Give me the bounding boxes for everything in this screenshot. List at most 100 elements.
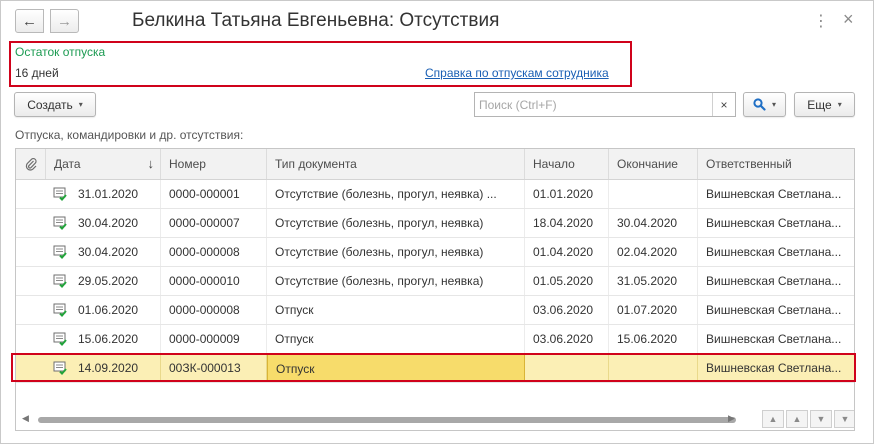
posted-document-icon (53, 245, 67, 259)
cell-end: 30.04.2020 (609, 209, 698, 237)
cell-responsible: Вишневская Светлана... (706, 187, 842, 201)
scroll-down-icon[interactable]: ▼ (810, 410, 832, 428)
search-field[interactable]: × (474, 92, 736, 117)
scroll-left-icon[interactable]: ◀ (22, 413, 29, 424)
posted-document-icon (53, 274, 67, 288)
column-responsible[interactable]: Ответственный (698, 149, 854, 179)
column-start[interactable]: Начало (525, 149, 609, 179)
arrow-left-icon: ← (22, 12, 37, 30)
page-title: Белкина Татьяна Евгеньевна: Отсутствия (132, 10, 500, 31)
cell-date: 30.04.2020 (70, 209, 161, 237)
cell-end: 15.06.2020 (609, 325, 698, 353)
cell-date: 01.06.2020 (70, 296, 161, 324)
horizontal-scrollbar[interactable]: ◀ ▶ (16, 411, 854, 429)
cell-end: 01.07.2020 (609, 296, 698, 324)
cell-start: 03.06.2020 (525, 296, 609, 324)
cell-end (609, 354, 698, 382)
list-caption: Отпуска, командировки и др. отсутствия: (15, 128, 244, 142)
more-button[interactable]: Еще ▾ (794, 92, 855, 117)
close-icon[interactable]: × (843, 9, 854, 30)
table-row[interactable]: 30.04.2020 0000-000007 Отсутствие (болезнь… (16, 209, 854, 238)
more-button-label: Еще (807, 97, 832, 112)
table-row[interactable]: 29.05.2020 0000-000010 Отсутствие (болезнь… (16, 267, 854, 296)
posted-document-icon (53, 303, 67, 317)
cell-number: 0000-000010 (161, 267, 267, 295)
scroll-right-icon[interactable]: ▶ (728, 413, 735, 424)
cell-responsible: Вишневская Светлана... (706, 361, 842, 375)
cell-start: 01.05.2020 (525, 267, 609, 295)
vacation-report-link[interactable]: Справка по отпускам сотрудника (425, 66, 609, 80)
table-row[interactable]: 30.04.2020 0000-000008 Отсутствие (болезнь… (16, 238, 854, 267)
cell-responsible: Вишневская Светлана... (706, 274, 842, 288)
cell-start: 03.06.2020 (525, 325, 609, 353)
column-number[interactable]: Номер (161, 149, 267, 179)
cell-doc-type: Отсутствие (болезнь, прогул, неявка) (267, 267, 525, 295)
cell-responsible: Вишневская Светлана... (706, 332, 842, 346)
paperclip-icon (25, 158, 37, 171)
cell-responsible: Вишневская Светлана... (706, 303, 842, 317)
cell-end: 02.04.2020 (609, 238, 698, 266)
sort-descending-icon[interactable]: ↓ (148, 149, 155, 179)
create-button[interactable]: Создать ▾ (14, 92, 96, 117)
forward-button[interactable]: → (50, 9, 79, 33)
vacation-balance-value: 16 дней (15, 66, 59, 80)
table-row[interactable]: 31.01.2020 0000-000001 Отсутствие (болезнь… (16, 180, 854, 209)
cell-start: 01.04.2020 (525, 238, 609, 266)
column-end[interactable]: Окончание (609, 149, 698, 179)
cell-start: 01.01.2020 (525, 180, 609, 208)
chevron-down-icon: ▾ (837, 100, 842, 109)
search-button[interactable]: ▾ (743, 92, 786, 117)
cell-doc-type: Отпуск (267, 325, 525, 353)
scrollbar-thumb[interactable] (38, 417, 736, 423)
scroll-first-icon[interactable]: ▲︎ (762, 410, 784, 428)
posted-document-icon (53, 187, 67, 201)
table-row[interactable]: 01.06.2020 0000-000008 Отпуск 03.06.2020 01.… (16, 296, 854, 325)
cell-doc-type: Отпуск (267, 296, 525, 324)
column-attachment[interactable] (16, 149, 46, 179)
cell-number: 0000-000008 (161, 238, 267, 266)
cell-date: 30.04.2020 (70, 238, 161, 266)
search-icon (753, 98, 766, 111)
cell-end: 31.05.2020 (609, 267, 698, 295)
cell-responsible: Вишневская Светлана... (706, 216, 842, 230)
cell-start: 18.04.2020 (525, 209, 609, 237)
cell-doc-type: Отсутствие (болезнь, прогул, неявка) (267, 238, 525, 266)
table-row[interactable]: 14.09.2020 00ЗК-000013 Отпуск Вишневская Св… (16, 354, 854, 383)
scroll-last-icon[interactable]: ▼︎ (834, 410, 854, 428)
table-row[interactable]: 15.06.2020 0000-000009 Отпуск 03.06.2020 15.… (16, 325, 854, 354)
cell-number: 0000-000009 (161, 325, 267, 353)
cell-doc-type: Отсутствие (болезнь, прогул, неявка) (267, 209, 525, 237)
cell-responsible: Вишневская Светлана... (706, 245, 842, 259)
vacation-balance-label: Остаток отпуска (15, 45, 106, 59)
arrow-right-icon: → (57, 12, 72, 30)
posted-document-icon (53, 216, 67, 230)
column-date[interactable]: Дата ↓ (46, 149, 161, 179)
cell-number: 00ЗК-000013 (161, 354, 267, 382)
column-date-label: Дата (54, 157, 81, 171)
window: ← → Белкина Татьяна Евгеньевна: Отсутств… (0, 0, 874, 444)
cell-doc-type: Отсутствие (болезнь, прогул, неявка) ... (267, 180, 525, 208)
chevron-down-icon: ▾ (78, 100, 83, 109)
cell-date: 14.09.2020 (70, 354, 161, 382)
absences-table: Дата ↓ Номер Тип документа Начало Оконча… (15, 148, 855, 431)
cell-date: 15.06.2020 (70, 325, 161, 353)
more-menu-icon[interactable]: ⋮ (813, 11, 829, 31)
cell-number: 0000-000007 (161, 209, 267, 237)
cell-number: 0000-000008 (161, 296, 267, 324)
clear-search-icon[interactable]: × (712, 93, 735, 116)
scroll-up-icon[interactable]: ▲ (786, 410, 808, 428)
cell-date: 29.05.2020 (70, 267, 161, 295)
create-button-label: Создать (27, 97, 73, 112)
cell-end (609, 180, 698, 208)
cell-number: 0000-000001 (161, 180, 267, 208)
search-input[interactable] (475, 93, 711, 116)
posted-document-icon (53, 361, 67, 375)
chevron-down-icon: ▾ (771, 100, 776, 109)
cell-doc-type: Отпуск (267, 354, 525, 382)
posted-document-icon (53, 332, 67, 346)
back-button[interactable]: ← (15, 9, 44, 33)
cell-date: 31.01.2020 (70, 180, 161, 208)
column-doc-type[interactable]: Тип документа (267, 149, 525, 179)
table-header: Дата ↓ Номер Тип документа Начало Оконча… (16, 149, 854, 180)
cell-start (525, 354, 609, 382)
